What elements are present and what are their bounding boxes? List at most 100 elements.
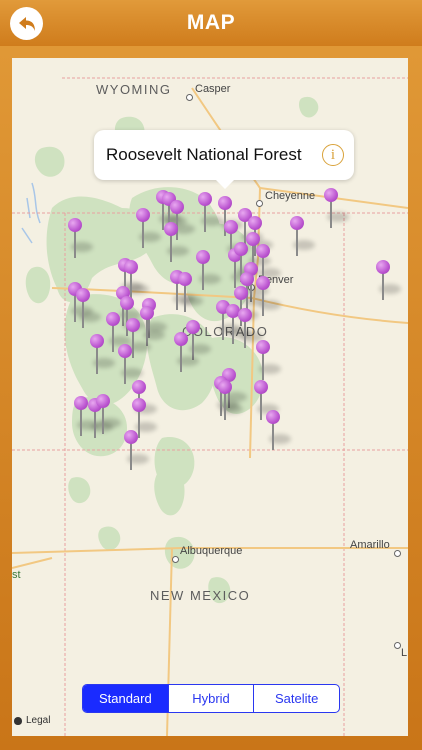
pin-head-icon bbox=[124, 260, 138, 274]
pin-head-icon bbox=[240, 272, 254, 286]
location-pin[interactable] bbox=[266, 410, 291, 454]
pin-head-icon bbox=[74, 396, 88, 410]
pin-head-icon bbox=[266, 410, 280, 424]
callout-title: Roosevelt National Forest bbox=[106, 145, 302, 164]
pin-head-icon bbox=[178, 272, 192, 286]
location-pin[interactable] bbox=[68, 218, 93, 262]
location-pin[interactable] bbox=[238, 308, 263, 352]
pin-head-icon bbox=[76, 288, 90, 302]
map-type-control: Standard Hybrid Satelite bbox=[82, 684, 340, 713]
legal-link[interactable]: Legal bbox=[26, 715, 50, 726]
pin-head-icon bbox=[254, 380, 268, 394]
location-pin[interactable] bbox=[256, 340, 281, 384]
pin-stick bbox=[142, 218, 144, 248]
pin-head-icon bbox=[234, 286, 248, 300]
pin-stick bbox=[96, 344, 98, 374]
pin-head-icon bbox=[218, 380, 232, 394]
callout-bubble[interactable]: Roosevelt National Forest i bbox=[94, 130, 354, 189]
edge-label-right: L bbox=[401, 647, 408, 659]
pin-stick bbox=[112, 322, 114, 352]
pin-head-icon bbox=[132, 398, 146, 412]
pin-head-icon bbox=[186, 320, 200, 334]
city-label-albuquerque: Albuquerque bbox=[180, 545, 243, 557]
pin-head-icon bbox=[174, 332, 188, 346]
city-label-casper: Casper bbox=[195, 83, 231, 95]
pin-head-icon bbox=[324, 188, 338, 202]
segment-satellite[interactable]: Satelite bbox=[254, 685, 339, 712]
location-pin[interactable] bbox=[74, 396, 99, 440]
pin-stick bbox=[224, 390, 226, 420]
page-title: MAP bbox=[186, 11, 236, 34]
pin-head-icon bbox=[90, 334, 104, 348]
location-pin[interactable] bbox=[164, 222, 189, 266]
pin-stick bbox=[82, 298, 84, 328]
location-pin[interactable] bbox=[198, 192, 223, 236]
location-pin[interactable] bbox=[118, 344, 143, 388]
pin-head-icon bbox=[196, 250, 210, 264]
location-pin[interactable] bbox=[132, 398, 157, 442]
pin-stick bbox=[272, 420, 274, 450]
state-label-new-mexico: NEW MEXICO bbox=[150, 588, 251, 603]
pin-head-icon bbox=[106, 312, 120, 326]
pin-head-icon bbox=[238, 308, 252, 322]
city-label-amarillo: Amarillo bbox=[350, 539, 390, 551]
pin-stick bbox=[132, 328, 134, 358]
pin-head-icon bbox=[256, 244, 270, 258]
pin-head-icon bbox=[248, 216, 262, 230]
location-pin[interactable] bbox=[196, 250, 221, 294]
pin-stick bbox=[204, 202, 206, 232]
apple-logo-icon bbox=[14, 717, 22, 725]
city-dot-amarillo bbox=[394, 550, 401, 557]
pin-head-icon bbox=[118, 344, 132, 358]
location-pin[interactable] bbox=[218, 380, 243, 424]
pin-head-icon bbox=[126, 318, 140, 332]
city-dot-albuquerque bbox=[172, 556, 179, 563]
pin-stick bbox=[184, 282, 186, 312]
pin-head-icon bbox=[376, 260, 390, 274]
pin-stick bbox=[382, 270, 384, 300]
location-pin[interactable] bbox=[136, 208, 161, 252]
pin-stick bbox=[260, 390, 262, 420]
pin-head-icon bbox=[256, 340, 270, 354]
pin-stick bbox=[146, 316, 148, 346]
pin-head-icon bbox=[234, 242, 248, 256]
location-pin[interactable] bbox=[96, 394, 121, 438]
location-pin[interactable] bbox=[178, 272, 203, 316]
pin-head-icon bbox=[218, 196, 232, 210]
city-label-cheyenne: Cheyenne bbox=[265, 190, 316, 202]
pin-stick bbox=[130, 440, 132, 470]
location-pin[interactable] bbox=[174, 332, 199, 376]
edge-label-left: st bbox=[12, 569, 21, 581]
info-icon[interactable]: i bbox=[322, 144, 344, 166]
navigation-bar: MAP bbox=[0, 0, 422, 46]
pin-head-icon bbox=[140, 306, 154, 320]
pin-stick bbox=[102, 404, 104, 434]
location-pin[interactable] bbox=[290, 216, 315, 260]
location-pin[interactable] bbox=[376, 260, 401, 304]
location-pin[interactable] bbox=[90, 334, 115, 378]
pin-stick bbox=[124, 354, 126, 384]
pin-head-icon bbox=[136, 208, 150, 222]
location-pin[interactable] bbox=[76, 288, 101, 332]
pin-head-icon bbox=[132, 380, 146, 394]
map-view[interactable]: WYOMING COLORADO NEW MEXICO Casper Cheye… bbox=[12, 58, 408, 736]
city-dot-casper bbox=[186, 94, 193, 101]
callout-pointer bbox=[216, 180, 234, 189]
pin-stick bbox=[244, 318, 246, 348]
location-pin[interactable] bbox=[324, 188, 349, 232]
pin-stick bbox=[222, 310, 224, 340]
pin-stick bbox=[262, 350, 264, 380]
pin-head-icon bbox=[120, 296, 134, 310]
pin-stick bbox=[262, 286, 264, 316]
pin-stick bbox=[170, 232, 172, 262]
pin-head-icon bbox=[290, 216, 304, 230]
segment-hybrid[interactable]: Hybrid bbox=[169, 685, 255, 712]
pin-head-icon bbox=[198, 192, 212, 206]
pin-stick bbox=[232, 314, 234, 344]
city-dot-cheyenne bbox=[256, 200, 263, 207]
pin-head-icon bbox=[256, 276, 270, 290]
pin-stick bbox=[80, 406, 82, 436]
pin-stick bbox=[202, 260, 204, 290]
segment-standard[interactable]: Standard bbox=[83, 685, 169, 712]
pin-stick bbox=[138, 408, 140, 438]
